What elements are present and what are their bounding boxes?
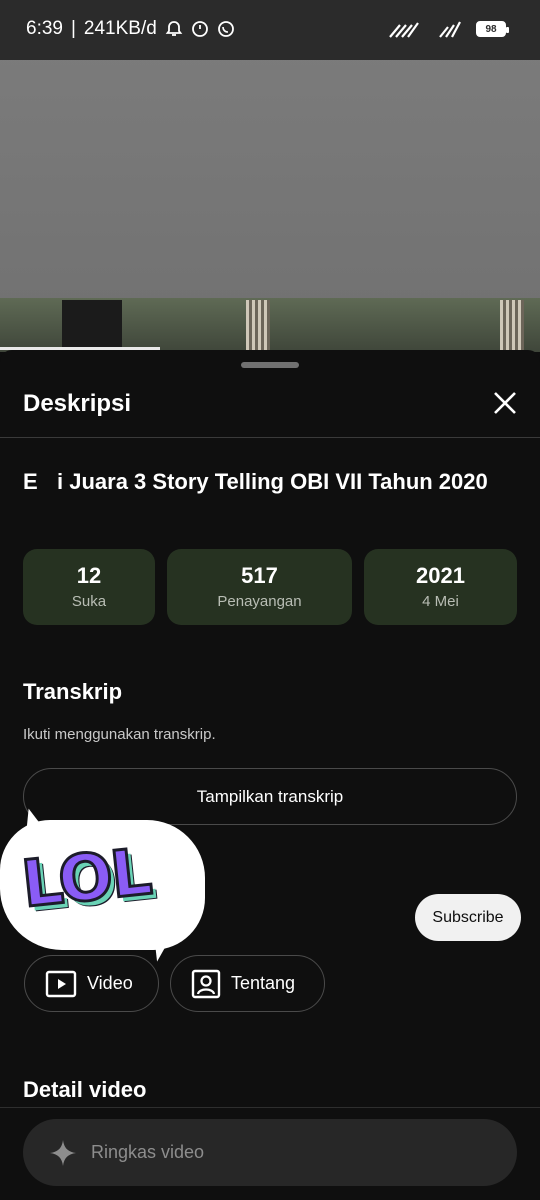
clock: 6:39 — [26, 18, 63, 39]
video-frame-fringe — [246, 300, 270, 350]
subscribe-button[interactable]: Subscribe — [415, 894, 521, 941]
play-box-icon — [45, 970, 77, 997]
lol-sticker: LOL — [0, 805, 210, 964]
status-left: 6:39 | 241KB/d — [26, 18, 235, 40]
battery-icon: 98 — [476, 21, 509, 37]
stat-likes: 12 Suka — [23, 549, 155, 625]
channel-about-label: Tentang — [231, 973, 296, 993]
description-sheet: Deskripsi E i Juara 3 Story Telling OBI … — [0, 350, 540, 1200]
transcript-heading: Transkrip — [23, 679, 123, 704]
video-title: E i Juara 3 Story Telling OBI VII Tahun … — [23, 469, 488, 494]
show-transcript-button[interactable]: Tampilkan transkrip — [23, 768, 517, 825]
summarize-placeholder: Ringkas video — [91, 1142, 205, 1162]
divider — [0, 1107, 540, 1108]
person-box-icon — [191, 969, 221, 998]
video-frame-fringe — [500, 300, 524, 350]
bell-icon — [165, 21, 183, 36]
stat-views: 517 Penayangan — [167, 549, 352, 625]
channel-about-button[interactable]: Tentang — [170, 955, 325, 1012]
stats-row: 12 Suka 517 Penayangan 2021 4 Mei — [23, 549, 517, 625]
status-bar: 6:39 | 241KB/d 98 — [0, 0, 540, 60]
signal-icon — [389, 22, 419, 38]
video-details-heading: Detail video — [23, 1077, 147, 1102]
divider — [0, 437, 540, 438]
whatsapp-icon — [217, 21, 234, 37]
network-speed: 241KB/d — [83, 18, 157, 39]
signal-icon-2 — [439, 21, 461, 38]
sparkle-icon — [50, 1139, 76, 1166]
channel-videos-label: Video — [87, 973, 133, 993]
video-frame-cloth — [62, 300, 122, 352]
sticker-text: LOL — [17, 834, 155, 924]
stat-value: 2021 — [416, 563, 465, 588]
stat-value: 517 — [241, 563, 278, 588]
channel-videos-button[interactable]: Video — [24, 955, 159, 1012]
clock-icon — [191, 21, 208, 37]
summarize-video-input[interactable]: Ringkas video — [23, 1119, 517, 1186]
stat-label: 4 Mei — [422, 593, 459, 610]
stat-label: Suka — [71, 593, 107, 610]
separator: | — [70, 18, 76, 39]
video-frame-board — [0, 52, 540, 310]
status-right: 98 — [386, 19, 509, 39]
close-icon[interactable] — [492, 390, 518, 416]
stat-label: Penayangan — [217, 593, 302, 610]
sheet-title: Deskripsi — [23, 390, 132, 417]
drag-handle[interactable] — [241, 362, 299, 368]
stat-date: 2021 4 Mei — [364, 549, 517, 625]
stat-value: 12 — [76, 563, 102, 588]
transcript-subtitle: Ikuti menggunakan transkrip. — [23, 726, 216, 743]
video-player[interactable] — [0, 40, 540, 352]
